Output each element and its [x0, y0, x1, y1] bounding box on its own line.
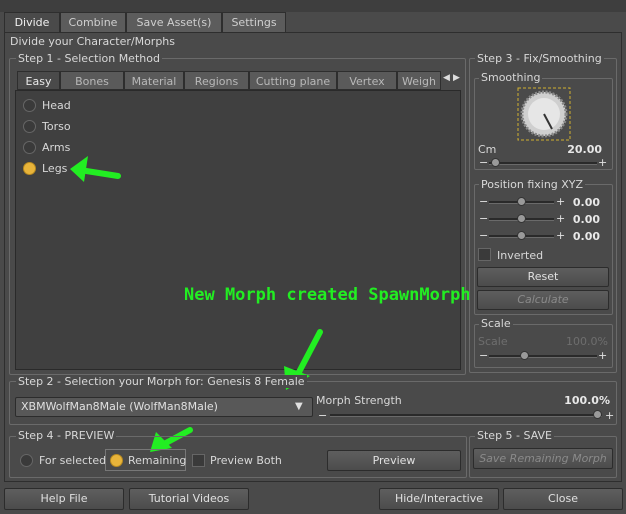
radio-arms[interactable] [23, 141, 36, 154]
x-minus-icon[interactable]: − [479, 196, 488, 207]
preview-button[interactable]: Preview [327, 450, 461, 471]
tab-combine[interactable]: Combine [60, 12, 126, 32]
y-minus-icon[interactable]: − [479, 213, 488, 224]
morph-strength-label: Morph Strength [316, 394, 402, 407]
z-slider-knob[interactable] [517, 231, 526, 240]
subtab-bones[interactable]: Bones [60, 71, 124, 90]
morph-strength-value[interactable]: 100.0% [540, 394, 610, 407]
radio-for-selected[interactable] [20, 454, 33, 467]
subtab-weight[interactable]: Weigh [397, 71, 441, 90]
reset-button[interactable]: Reset [477, 267, 609, 287]
scale-plus-icon[interactable]: + [598, 350, 607, 361]
x-plus-icon[interactable]: + [556, 196, 565, 207]
scale-slider-track[interactable] [489, 355, 597, 358]
tab-save-assets[interactable]: Save Asset(s) [126, 12, 222, 32]
strength-minus-icon[interactable]: − [318, 410, 327, 421]
option-legs-label: Legs [42, 162, 68, 175]
step1-label: Step 1 - Selection Method [16, 52, 162, 65]
strength-plus-icon[interactable]: + [605, 410, 614, 421]
selection-list [15, 90, 461, 370]
chevron-down-icon[interactable]: ▼ [295, 401, 303, 412]
morph-select-value: XBMWolfMan8Male (WolfMan8Male) [21, 400, 218, 413]
help-file-button[interactable]: Help File [4, 488, 124, 510]
tab-settings[interactable]: Settings [222, 12, 286, 32]
y-plus-icon[interactable]: + [556, 213, 565, 224]
arrow-legs-annotation [70, 156, 121, 182]
step2-label: Step 2 - Selection your Morph for: Genes… [16, 375, 307, 388]
close-button[interactable]: Close [503, 488, 623, 510]
cm-value[interactable]: 20.00 [560, 143, 602, 156]
subtab-easy[interactable]: Easy [17, 71, 60, 90]
step4-label: Step 4 - PREVIEW [16, 429, 117, 442]
scale-label: Scale [479, 317, 513, 330]
subtab-regions[interactable]: Regions [184, 71, 249, 90]
panel-title: Divide your Character/Morphs [10, 35, 176, 48]
step3-label: Step 3 - Fix/Smoothing [475, 52, 604, 65]
annotation-text: New Morph created SpawnMorph [184, 285, 471, 305]
strength-slider-track[interactable] [330, 414, 602, 417]
x-slider-knob[interactable] [517, 197, 526, 206]
smoothing-label: Smoothing [479, 71, 543, 84]
hide-interactive-button[interactable]: Hide/Interactive [379, 488, 499, 510]
cm-label: Cm [478, 143, 497, 156]
subtab-vertex[interactable]: Vertex [337, 71, 397, 90]
calculate-button[interactable]: Calculate [477, 290, 609, 310]
tab-scroll-right-icon[interactable]: ▶ [453, 73, 460, 83]
radio-torso[interactable] [23, 120, 36, 133]
option-torso-label: Torso [42, 120, 71, 133]
smoothing-dial-icon[interactable] [517, 87, 571, 141]
radio-remaining[interactable] [110, 454, 123, 467]
scale-value[interactable]: 100.0% [566, 335, 608, 348]
y-slider-knob[interactable] [517, 214, 526, 223]
radio-legs[interactable] [23, 162, 36, 175]
inverted-label: Inverted [497, 249, 544, 262]
tab-scroll-left-icon[interactable]: ◀ [443, 73, 450, 83]
cm-minus-icon[interactable]: − [479, 157, 488, 168]
z-plus-icon[interactable]: + [556, 230, 565, 241]
y-value[interactable]: 0.00 [566, 213, 600, 226]
radio-head[interactable] [23, 99, 36, 112]
strength-slider-knob[interactable] [593, 410, 602, 419]
morph-select[interactable]: XBMWolfMan8Male (WolfMan8Male) [15, 397, 313, 417]
cm-slider-knob[interactable] [491, 158, 500, 167]
scale-field-label: Scale [478, 335, 508, 348]
z-value[interactable]: 0.00 [566, 230, 600, 243]
save-remaining-morph-button[interactable]: Save Remaining Morph [473, 448, 613, 469]
cm-slider-track[interactable] [489, 162, 597, 165]
subtab-cutting-plane[interactable]: Cutting plane [249, 71, 337, 90]
step5-label: Step 5 - SAVE [475, 429, 554, 442]
title-strip [0, 0, 626, 12]
tutorial-videos-button[interactable]: Tutorial Videos [129, 488, 249, 510]
scale-slider-knob[interactable] [520, 351, 529, 360]
preview-both-label: Preview Both [210, 454, 282, 467]
scale-minus-icon[interactable]: − [479, 350, 488, 361]
position-fixing-label: Position fixing XYZ [479, 178, 586, 191]
remaining-label: Remaining [128, 454, 187, 467]
x-value[interactable]: 0.00 [566, 196, 600, 209]
z-minus-icon[interactable]: − [479, 230, 488, 241]
cm-plus-icon[interactable]: + [598, 157, 607, 168]
tab-divide[interactable]: Divide [4, 12, 60, 32]
option-head-label: Head [42, 99, 71, 112]
preview-both-checkbox[interactable] [192, 454, 205, 467]
inverted-checkbox[interactable] [478, 248, 491, 261]
subtab-material[interactable]: Material [124, 71, 184, 90]
for-selected-label: For selected [39, 454, 107, 467]
